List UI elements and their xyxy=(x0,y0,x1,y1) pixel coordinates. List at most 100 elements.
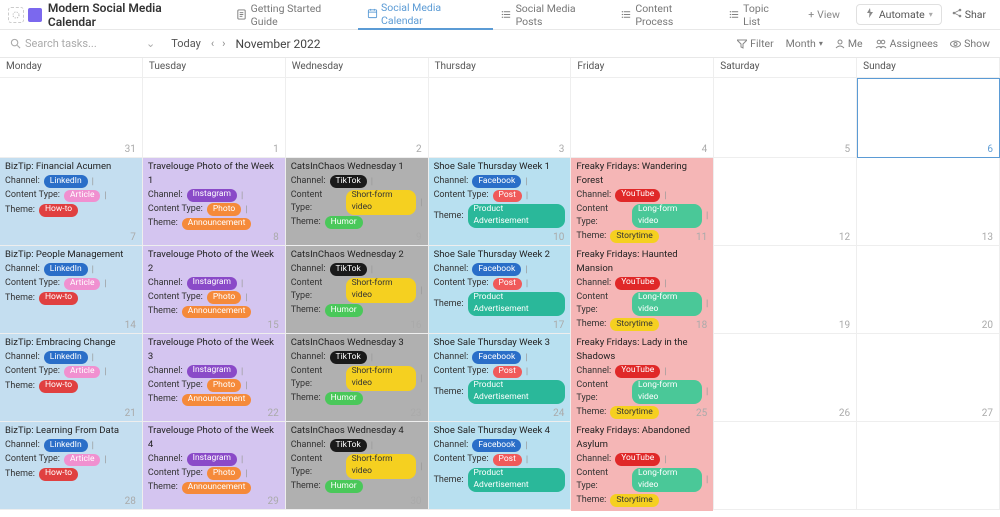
day-cell[interactable]: Travelouge Photo of the Week 4 Channel:I… xyxy=(143,422,286,510)
tab-topic-list[interactable]: Topic List xyxy=(720,0,796,30)
plus-icon: + xyxy=(808,8,814,21)
calendar-event[interactable]: BizTip: Financial Acumen Channel:LinkedI… xyxy=(0,158,142,245)
calendar-event[interactable]: Shoe Sale Thursday Week 2 Channel:Facebo… xyxy=(429,246,571,333)
day-cell[interactable]: CatsInChaos Wednesday 4 Channel:TikTok| … xyxy=(286,422,429,510)
day-cell[interactable]: CatsInChaos Wednesday 1 Channel:TikTok| … xyxy=(286,158,429,246)
day-cell[interactable]: Freaky Fridays: Wandering Forest Channel… xyxy=(571,158,714,246)
event-theme-label: Theme: xyxy=(148,305,178,318)
calendar-event[interactable]: CatsInChaos Wednesday 3 Channel:TikTok| … xyxy=(286,334,428,421)
day-number: 22 xyxy=(267,408,278,419)
event-title: Travelouge Photo of the Week 2 xyxy=(148,248,280,276)
tab-social-media-posts[interactable]: Social Media Posts xyxy=(493,0,613,30)
today-button[interactable]: Today xyxy=(171,37,201,50)
day-cell[interactable]: CatsInChaos Wednesday 3 Channel:TikTok| … xyxy=(286,334,429,422)
day-cell[interactable]: Travelouge Photo of the Week 3 Channel:I… xyxy=(143,334,286,422)
event-title: CatsInChaos Wednesday 3 xyxy=(291,336,423,350)
search-dropdown-icon[interactable]: ⌄ xyxy=(140,37,161,50)
month-label: November 2022 xyxy=(235,37,320,51)
tab-content-process[interactable]: Content Process xyxy=(612,0,720,30)
day-cell[interactable]: 2 xyxy=(286,78,429,158)
calendar-event[interactable]: Travelouge Photo of the Week 4 Channel:I… xyxy=(143,422,285,509)
day-cell[interactable] xyxy=(857,422,1000,510)
me-button[interactable]: Me xyxy=(835,37,863,50)
day-cell[interactable]: 5 xyxy=(714,78,857,158)
day-cell[interactable]: Freaky Fridays: Haunted Mansion Channel:… xyxy=(571,246,714,334)
calendar-event[interactable]: CatsInChaos Wednesday 2 Channel:TikTok| … xyxy=(286,246,428,333)
add-view-button[interactable]: + View xyxy=(800,8,848,21)
day-cell[interactable] xyxy=(714,422,857,510)
day-cell[interactable]: 4 xyxy=(571,78,714,158)
day-cell[interactable]: 27 xyxy=(857,334,1000,422)
day-cell[interactable]: BizTip: Embracing Change Channel:LinkedI… xyxy=(0,334,143,422)
day-cell[interactable]: Freaky Fridays: Lady in the Shadows Chan… xyxy=(571,334,714,422)
assignees-button[interactable]: Assignees xyxy=(875,37,939,50)
day-cell[interactable]: BizTip: Financial Acumen Channel:LinkedI… xyxy=(0,158,143,246)
calendar-event[interactable]: Freaky Fridays: Abandoned Asylum Channel… xyxy=(571,422,713,511)
day-cell[interactable]: 3 xyxy=(429,78,572,158)
calendar-event[interactable]: CatsInChaos Wednesday 4 Channel:TikTok| … xyxy=(286,422,428,509)
event-contenttype-label: Content Type: xyxy=(576,379,628,405)
day-cell[interactable]: 20 xyxy=(857,246,1000,334)
day-cell[interactable]: 19 xyxy=(714,246,857,334)
day-cell[interactable]: Shoe Sale Thursday Week 3 Channel:Facebo… xyxy=(429,334,572,422)
day-cell[interactable]: 6 xyxy=(857,78,1000,158)
calendar-event[interactable]: Freaky Fridays: Lady in the Shadows Chan… xyxy=(571,334,713,423)
day-cell[interactable]: Freaky Fridays: Abandoned Asylum Channel… xyxy=(571,422,714,510)
day-cell[interactable]: 31 xyxy=(0,78,143,158)
event-contenttype-label: Content Type: xyxy=(434,453,489,466)
tab-icon xyxy=(236,9,248,21)
day-cell[interactable]: CatsInChaos Wednesday 2 Channel:TikTok| … xyxy=(286,246,429,334)
event-title: Shoe Sale Thursday Week 2 xyxy=(434,248,566,262)
day-cell[interactable]: 1 xyxy=(143,78,286,158)
calendar-event[interactable]: Freaky Fridays: Wandering Forest Channel… xyxy=(571,158,713,247)
day-number: 14 xyxy=(125,320,136,331)
day-cell[interactable]: BizTip: Learning From Data Channel:Linke… xyxy=(0,422,143,510)
day-number: 20 xyxy=(982,320,993,331)
day-number: 27 xyxy=(982,408,993,419)
day-cell[interactable]: BizTip: People Management Channel:Linked… xyxy=(0,246,143,334)
event-theme-label: Theme: xyxy=(5,468,35,481)
theme-pill: Storytime xyxy=(610,494,658,507)
contenttype-pill: Short-form video xyxy=(346,454,417,479)
calendar-event[interactable]: Travelouge Photo of the Week 1 Channel:I… xyxy=(143,158,285,245)
event-title: Travelouge Photo of the Week 1 xyxy=(148,160,280,188)
day-cell[interactable]: 12 xyxy=(714,158,857,246)
calendar-event[interactable]: BizTip: People Management Channel:Linked… xyxy=(0,246,142,333)
app-menu-icon[interactable] xyxy=(8,7,24,23)
calendar-event[interactable]: BizTip: Embracing Change Channel:LinkedI… xyxy=(0,334,142,421)
day-number: 19 xyxy=(839,320,850,331)
day-cell[interactable]: Shoe Sale Thursday Week 2 Channel:Facebo… xyxy=(429,246,572,334)
tab-getting-started-guide[interactable]: Getting Started Guide xyxy=(228,0,358,30)
event-contenttype-label: Content Type: xyxy=(5,189,60,202)
calendar-event[interactable]: CatsInChaos Wednesday 1 Channel:TikTok| … xyxy=(286,158,428,245)
day-number: 15 xyxy=(267,320,278,331)
channel-pill: YouTube xyxy=(615,453,660,466)
share-button[interactable]: Shar xyxy=(946,8,992,21)
event-title: Travelouge Photo of the Week 3 xyxy=(148,336,280,364)
day-cell[interactable]: Shoe Sale Thursday Week 4 Channel:Facebo… xyxy=(429,422,572,510)
event-contenttype-label: Content Type: xyxy=(291,189,342,215)
day-cell[interactable]: Travelouge Photo of the Week 1 Channel:I… xyxy=(143,158,286,246)
calendar-event[interactable]: Shoe Sale Thursday Week 4 Channel:Facebo… xyxy=(429,422,571,509)
day-cell[interactable]: 13 xyxy=(857,158,1000,246)
prev-month-button[interactable]: ‹ xyxy=(211,37,214,50)
search-input[interactable]: Search tasks... xyxy=(10,37,130,50)
next-month-button[interactable]: › xyxy=(222,37,225,50)
day-cell[interactable]: Shoe Sale Thursday Week 1 Channel:Facebo… xyxy=(429,158,572,246)
automate-button[interactable]: Automate ▾ xyxy=(856,4,942,25)
tab-social-media-calendar[interactable]: Social Media Calendar xyxy=(358,0,493,30)
calendar-event[interactable]: Freaky Fridays: Haunted Mansion Channel:… xyxy=(571,246,713,335)
filter-button[interactable]: Filter xyxy=(737,37,773,50)
day-number: 4 xyxy=(702,144,708,155)
event-contenttype-label: Content Type: xyxy=(291,365,342,391)
calendar-event[interactable]: Shoe Sale Thursday Week 1 Channel:Facebo… xyxy=(429,158,571,245)
calendar-event[interactable]: BizTip: Learning From Data Channel:Linke… xyxy=(0,422,142,509)
day-cell[interactable]: 26 xyxy=(714,334,857,422)
event-theme-label: Theme: xyxy=(5,292,35,305)
show-button[interactable]: Show xyxy=(950,37,990,50)
day-cell[interactable]: Travelouge Photo of the Week 2 Channel:I… xyxy=(143,246,286,334)
calendar-event[interactable]: Shoe Sale Thursday Week 3 Channel:Facebo… xyxy=(429,334,571,421)
calendar-event[interactable]: Travelouge Photo of the Week 3 Channel:I… xyxy=(143,334,285,421)
month-view-button[interactable]: Month ▾ xyxy=(786,37,823,50)
calendar-event[interactable]: Travelouge Photo of the Week 2 Channel:I… xyxy=(143,246,285,333)
